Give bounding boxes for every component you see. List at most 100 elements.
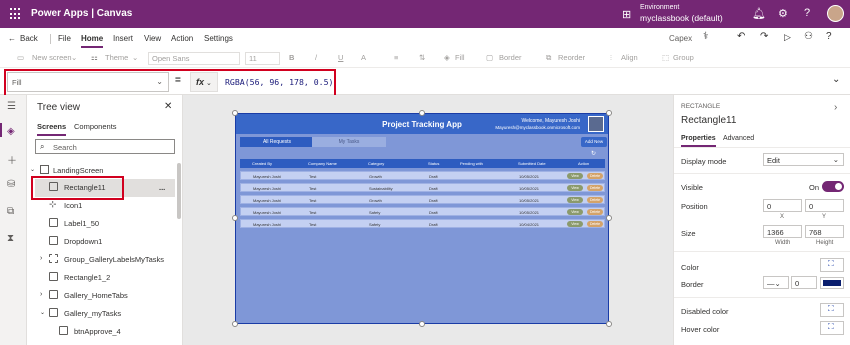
table-row[interactable]: Mayuresh Joshi Test Sustainability Draft 10/…	[240, 183, 605, 192]
app-screen-preview[interactable]: Project Tracking App Welcome, Mayuresh J…	[235, 113, 609, 324]
tree-view-icon[interactable]: ◈	[7, 126, 15, 137]
help-icon[interactable]: ?	[826, 31, 832, 42]
underline-button[interactable]: U	[338, 53, 343, 62]
media-icon[interactable]: ⧉	[7, 206, 14, 217]
tab-my-tasks[interactable]: My Tasks	[312, 137, 386, 147]
redo-icon[interactable]: ↷	[760, 31, 768, 42]
width-input[interactable]: 1366	[763, 225, 802, 238]
menu-view[interactable]: View	[144, 34, 161, 43]
tree-item-dropdown1[interactable]: Dropdown1	[27, 233, 177, 251]
tab-properties[interactable]: Properties	[681, 135, 716, 147]
theme-icon[interactable]: ⚏	[91, 53, 98, 62]
add-new-button[interactable]: Add New	[581, 137, 607, 147]
avatar[interactable]	[827, 5, 844, 22]
gear-icon[interactable]: ⚙	[778, 7, 788, 20]
back-arrow-icon[interactable]: ←	[8, 34, 16, 43]
view-button[interactable]: View	[567, 221, 583, 227]
resize-handle[interactable]	[606, 215, 612, 221]
view-button[interactable]: View	[567, 209, 583, 215]
delete-button[interactable]: Delete	[587, 173, 603, 179]
resize-handle[interactable]	[232, 215, 238, 221]
menu-settings[interactable]: Settings	[204, 34, 233, 43]
y-input[interactable]: 0	[805, 199, 844, 212]
undo-icon[interactable]: ↶	[737, 31, 745, 42]
tree-item-btnapprove-4[interactable]: btnApprove_4	[27, 323, 177, 341]
font-size-select[interactable]: 11	[245, 52, 280, 65]
tree-item-gallery-mytasks[interactable]: ⌄ Gallery_myTasks	[27, 305, 177, 323]
delete-button[interactable]: Delete	[587, 197, 603, 203]
delete-button[interactable]: Delete	[587, 221, 603, 227]
bold-button[interactable]: B	[289, 53, 294, 62]
tab-screens[interactable]: Screens	[37, 122, 67, 136]
control-name[interactable]: Rectangle11	[681, 115, 736, 126]
app-launcher-icon[interactable]	[10, 8, 22, 20]
tab-all-requests[interactable]: All Requests	[240, 137, 314, 147]
menu-file[interactable]: File	[58, 34, 71, 43]
group-button[interactable]: Group	[673, 53, 694, 62]
tab-components[interactable]: Components	[74, 122, 117, 131]
view-button[interactable]: View	[567, 197, 583, 203]
tree-item-rectangle1-2[interactable]: Rectangle1_2	[27, 269, 177, 287]
stethoscope-icon[interactable]: ⚕	[703, 31, 708, 42]
resize-handle[interactable]	[419, 321, 425, 327]
expand-chevron-icon[interactable]: ⌄	[832, 74, 840, 85]
x-input[interactable]: 0	[763, 199, 802, 212]
tree-item-group-gallerylabelsmytasks[interactable]: › Group_GalleryLabelsMyTasks	[27, 251, 177, 269]
table-row[interactable]: Mayuresh Joshi Test Growth Draft 10/05/2021 V…	[240, 195, 605, 204]
reorder-button[interactable]: Reorder	[558, 53, 585, 62]
close-icon[interactable]: ✕	[164, 101, 172, 112]
table-row[interactable]: Mayuresh Joshi Test Safety Draft 10/04/2021 V…	[240, 219, 605, 228]
scrollbar[interactable]	[177, 163, 181, 219]
display-mode-select[interactable]: Edit ⌄	[763, 153, 844, 166]
border-color-picker[interactable]	[820, 277, 844, 289]
delete-button[interactable]: Delete	[587, 209, 603, 215]
resize-handle[interactable]	[419, 110, 425, 116]
table-row[interactable]: Mayuresh Joshi Test Growth Draft 10/05/2021 V…	[240, 171, 605, 180]
height-input[interactable]: 768	[805, 225, 844, 238]
disabled-color-picker[interactable]: ⛶	[820, 303, 844, 317]
resize-handle[interactable]	[232, 321, 238, 327]
person-icon[interactable]: ⚇	[804, 31, 813, 42]
view-button[interactable]: View	[567, 185, 583, 191]
refresh-icon[interactable]: ↻	[591, 150, 596, 157]
hover-color-picker[interactable]: ⛶	[820, 321, 844, 335]
data-icon[interactable]: ⛁	[7, 179, 15, 190]
color-picker[interactable]: ⛶	[820, 258, 844, 272]
hamburger-icon[interactable]: ☰	[7, 101, 16, 112]
tree-item-gallery-hometabs[interactable]: › Gallery_HomeTabs	[27, 287, 177, 305]
more-icon[interactable]: ...	[159, 183, 165, 192]
border-width-input[interactable]: 0	[791, 276, 817, 289]
menu-action[interactable]: Action	[171, 34, 193, 43]
align-text-icon[interactable]: ≡	[394, 53, 398, 62]
play-icon[interactable]: ▷	[784, 32, 791, 43]
border-style-select[interactable]: —⌄	[763, 276, 789, 289]
menu-home[interactable]: Home	[81, 34, 104, 48]
search-input[interactable]: ⌕ Search	[35, 139, 175, 154]
menu-insert[interactable]: Insert	[113, 34, 133, 43]
font-color-button[interactable]: A	[361, 53, 366, 62]
tools-icon[interactable]: ⧗	[7, 233, 14, 244]
visible-toggle[interactable]	[822, 181, 844, 192]
tree-item-label1-50[interactable]: Label1_50	[27, 215, 177, 233]
theme-button[interactable]: Theme	[105, 53, 128, 62]
font-select[interactable]: Open Sans	[148, 52, 240, 65]
fill-button[interactable]: Fill	[455, 53, 465, 62]
bell-icon[interactable]: 🔔︎	[752, 7, 766, 20]
italic-button[interactable]: /	[315, 53, 317, 62]
border-button[interactable]: Border	[499, 53, 522, 62]
text-direction-icon[interactable]: ⇅	[419, 53, 425, 62]
new-screen-button[interactable]: New screen	[32, 53, 72, 62]
tab-advanced[interactable]: Advanced	[723, 135, 754, 142]
insert-icon[interactable]: ＋	[7, 152, 17, 167]
table-row[interactable]: Mayuresh Joshi Test Safety Draft 10/05/2021 V…	[240, 207, 605, 216]
align-button[interactable]: Align	[621, 53, 638, 62]
help-icon[interactable]: ?	[804, 7, 810, 19]
view-button[interactable]: View	[567, 173, 583, 179]
resize-handle[interactable]	[232, 110, 238, 116]
environment-name[interactable]: myclassbook (default)	[640, 13, 723, 23]
resize-handle[interactable]	[606, 321, 612, 327]
new-screen-icon[interactable]: ▭	[17, 53, 24, 62]
delete-button[interactable]: Delete	[587, 185, 603, 191]
resize-handle[interactable]	[606, 110, 612, 116]
back-button[interactable]: Back	[20, 34, 38, 43]
